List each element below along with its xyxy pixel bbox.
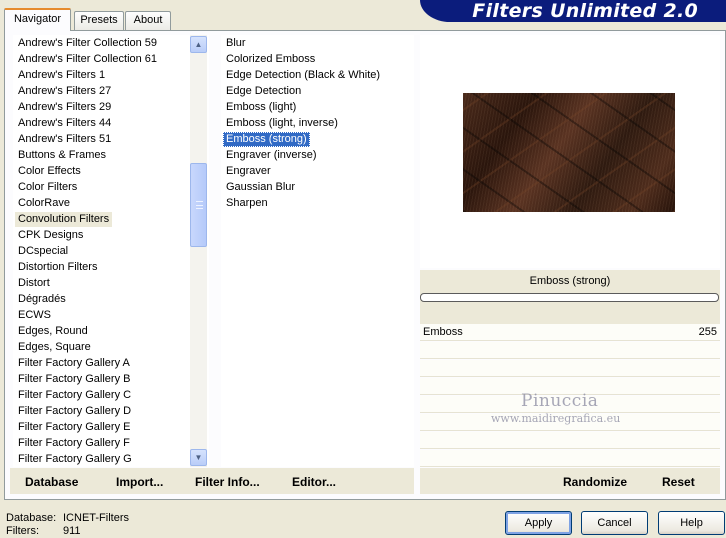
right-toolbar: Randomize Reset <box>420 468 720 494</box>
grip-icon <box>196 201 203 209</box>
scroll-thumb[interactable] <box>190 163 207 247</box>
filters-count-label: Filters: <box>6 525 39 537</box>
category-item[interactable]: Andrew's Filter Collection 59 <box>15 36 160 51</box>
category-list[interactable]: Andrew's Filter Collection 59 Andrew's Fi… <box>13 35 209 467</box>
import-button[interactable]: Import... <box>116 475 163 489</box>
category-item[interactable]: DCspecial <box>15 244 71 259</box>
category-item[interactable]: Filter Factory Gallery C <box>15 388 134 403</box>
filter-item[interactable]: Sharpen <box>223 196 271 211</box>
progress-bar <box>420 293 719 302</box>
category-item[interactable]: Andrew's Filters 51 <box>15 132 114 147</box>
app-title: Filters Unlimited 2.0 <box>472 0 698 22</box>
category-item[interactable]: Filter Factory Gallery A <box>15 356 133 371</box>
category-item[interactable]: Filter Factory Gallery B <box>15 372 133 387</box>
preview-image <box>463 93 675 212</box>
tab-about[interactable]: About <box>125 11 171 30</box>
database-button[interactable]: Database <box>25 475 78 489</box>
param-label: Emboss <box>423 326 463 338</box>
current-filter-name: Emboss (strong) <box>529 275 611 287</box>
category-item[interactable]: ColorRave <box>15 196 73 211</box>
filter-item[interactable]: Emboss (light) <box>223 100 299 115</box>
category-scrollbar[interactable]: ▲ ▼ <box>190 35 207 467</box>
help-button[interactable]: Help <box>658 511 725 535</box>
category-item[interactable]: Distortion Filters <box>15 260 100 275</box>
category-item[interactable]: CPK Designs <box>15 228 86 243</box>
filter-item[interactable]: Emboss (strong) <box>223 132 310 147</box>
filters-count-value: 911 <box>63 525 81 537</box>
param-row-empty <box>420 342 720 359</box>
filter-item[interactable]: Engraver (inverse) <box>223 148 319 163</box>
watermark-name: Pinuccia <box>521 391 599 411</box>
category-item[interactable]: Filter Factory Gallery F <box>15 436 133 451</box>
reset-button[interactable]: Reset <box>662 475 695 489</box>
category-item[interactable]: Filter Factory Gallery G <box>15 452 135 467</box>
editor-button[interactable]: Editor... <box>292 475 336 489</box>
watermark-url: www.maidiregrafica.eu <box>491 412 621 425</box>
filter-info-button[interactable]: Filter Info... <box>195 475 260 489</box>
param-value: 255 <box>698 326 717 338</box>
category-item[interactable]: Color Effects <box>15 164 84 179</box>
filter-list[interactable]: Blur Colorized Emboss Edge Detection (Blac… <box>221 35 414 467</box>
left-toolbar: Database Import... Filter Info... Editor… <box>10 468 414 494</box>
category-item[interactable]: Edges, Square <box>15 340 94 355</box>
category-item[interactable]: Andrew's Filters 44 <box>15 116 114 131</box>
scroll-down-button[interactable]: ▼ <box>190 449 207 466</box>
filter-item[interactable]: Blur <box>223 36 249 51</box>
scroll-up-button[interactable]: ▲ <box>190 36 207 53</box>
database-label: Database: <box>6 512 57 524</box>
cancel-button[interactable]: Cancel <box>581 511 648 535</box>
tab-presets[interactable]: Presets <box>74 11 124 30</box>
filter-name-area: Emboss (strong) <box>420 270 720 324</box>
category-item[interactable]: Andrew's Filters 27 <box>15 84 114 99</box>
filter-item[interactable]: Engraver <box>223 164 274 179</box>
randomize-button[interactable]: Randomize <box>563 475 627 489</box>
apply-button[interactable]: Apply <box>505 511 572 535</box>
category-item[interactable]: Convolution Filters <box>15 212 113 227</box>
category-item[interactable]: Buttons & Frames <box>15 148 109 163</box>
category-item[interactable]: Color Filters <box>15 180 80 195</box>
filter-item[interactable]: Colorized Emboss <box>223 52 318 67</box>
filter-item[interactable]: Emboss (light, inverse) <box>223 116 341 131</box>
category-item[interactable]: Edges, Round <box>15 324 91 339</box>
param-row-empty <box>420 432 720 449</box>
filter-item[interactable]: Edge Detection <box>223 84 304 99</box>
tab-navigator[interactable]: Navigator <box>4 8 71 31</box>
param-row-empty <box>420 450 720 467</box>
category-item[interactable]: Andrew's Filters 29 <box>15 100 114 115</box>
category-item[interactable]: Filter Factory Gallery E <box>15 420 133 435</box>
database-value: ICNET-Filters <box>63 512 129 524</box>
category-item[interactable]: ECWS <box>15 308 54 323</box>
category-item[interactable]: Dégradés <box>15 292 69 307</box>
filter-item[interactable]: Gaussian Blur <box>223 180 298 195</box>
category-item[interactable]: Andrew's Filter Collection 61 <box>15 52 160 67</box>
filter-item[interactable]: Edge Detection (Black & White) <box>223 68 383 83</box>
param-row-empty <box>420 360 720 377</box>
header-banner: Filters Unlimited 2.0 <box>420 0 726 22</box>
category-item[interactable]: Andrew's Filters 1 <box>15 68 108 83</box>
category-item[interactable]: Filter Factory Gallery D <box>15 404 134 419</box>
param-row-emboss[interactable]: Emboss 255 <box>420 324 720 341</box>
category-item[interactable]: Distort <box>15 276 53 291</box>
